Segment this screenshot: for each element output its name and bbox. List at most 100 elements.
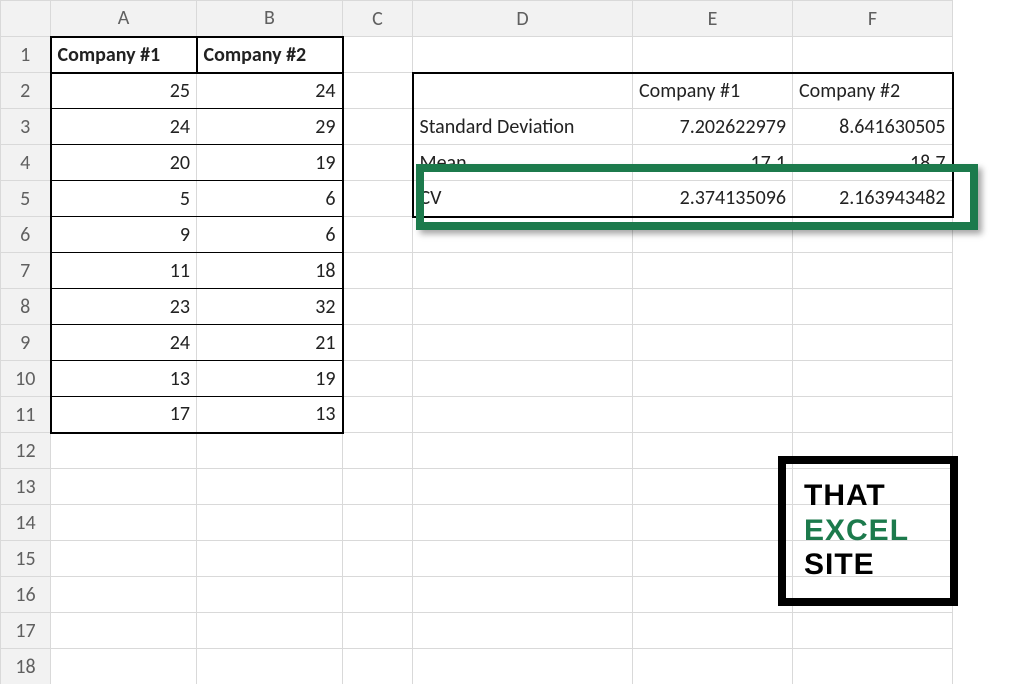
- cell[interactable]: [343, 217, 413, 253]
- cell[interactable]: [633, 397, 793, 433]
- cell[interactable]: [343, 145, 413, 181]
- cell-B2[interactable]: 24: [197, 73, 343, 109]
- cell[interactable]: [633, 433, 793, 469]
- cell[interactable]: [793, 253, 953, 289]
- cell-A1[interactable]: Company #1: [51, 37, 197, 73]
- cell-D5[interactable]: CV: [413, 181, 633, 217]
- cell[interactable]: [197, 649, 343, 684]
- cell[interactable]: [343, 649, 413, 684]
- col-header-E[interactable]: E: [633, 1, 793, 37]
- cell[interactable]: [793, 649, 953, 684]
- cell[interactable]: [51, 613, 197, 649]
- cell[interactable]: [51, 505, 197, 541]
- cell[interactable]: [633, 577, 793, 613]
- cell-D4[interactable]: Mean: [413, 145, 633, 181]
- cell-B4[interactable]: 19: [197, 145, 343, 181]
- cell[interactable]: [343, 325, 413, 361]
- cell-A10[interactable]: 13: [51, 361, 197, 397]
- cell-B11[interactable]: 13: [197, 397, 343, 433]
- cell[interactable]: [793, 289, 953, 325]
- cell[interactable]: [413, 577, 633, 613]
- cell[interactable]: [51, 577, 197, 613]
- row-header[interactable]: 3: [1, 109, 51, 145]
- cell-B9[interactable]: 21: [197, 325, 343, 361]
- cell[interactable]: [343, 181, 413, 217]
- cell[interactable]: [413, 253, 633, 289]
- col-header-D[interactable]: D: [413, 1, 633, 37]
- cell[interactable]: [343, 541, 413, 577]
- cell[interactable]: [793, 397, 953, 433]
- row-header[interactable]: 9: [1, 325, 51, 361]
- cell-E4[interactable]: 17.1: [633, 145, 793, 181]
- cell-F4[interactable]: 18.7: [793, 145, 953, 181]
- row-header[interactable]: 5: [1, 181, 51, 217]
- cell[interactable]: [197, 541, 343, 577]
- cell[interactable]: [51, 541, 197, 577]
- cell-A8[interactable]: 23: [51, 289, 197, 325]
- row-header[interactable]: 15: [1, 541, 51, 577]
- cell-F5[interactable]: 2.163943482: [793, 181, 953, 217]
- cell[interactable]: [413, 37, 633, 73]
- row-header[interactable]: 1: [1, 37, 51, 73]
- cell-F3[interactable]: 8.641630505: [793, 109, 953, 145]
- cell[interactable]: [793, 37, 953, 73]
- cell[interactable]: [413, 289, 633, 325]
- cell[interactable]: [413, 505, 633, 541]
- cell[interactable]: [343, 613, 413, 649]
- cell[interactable]: [633, 37, 793, 73]
- row-header[interactable]: 14: [1, 505, 51, 541]
- cell-B1[interactable]: Company #2: [197, 37, 343, 73]
- cell[interactable]: [343, 289, 413, 325]
- cell[interactable]: [197, 469, 343, 505]
- cell[interactable]: [51, 649, 197, 684]
- row-header[interactable]: 7: [1, 253, 51, 289]
- cell[interactable]: [343, 109, 413, 145]
- cell[interactable]: [197, 433, 343, 469]
- cell[interactable]: [413, 217, 633, 253]
- cell[interactable]: [413, 361, 633, 397]
- cell[interactable]: [343, 361, 413, 397]
- cell[interactable]: [343, 73, 413, 109]
- cell-B10[interactable]: 19: [197, 361, 343, 397]
- cell[interactable]: [51, 469, 197, 505]
- cell-A4[interactable]: 20: [51, 145, 197, 181]
- cell[interactable]: [343, 253, 413, 289]
- col-header-C[interactable]: C: [343, 1, 413, 37]
- cell[interactable]: [343, 397, 413, 433]
- cell-F2[interactable]: Company #2: [793, 73, 953, 109]
- col-header-B[interactable]: B: [197, 1, 343, 37]
- cell-A5[interactable]: 5: [51, 181, 197, 217]
- cell-E5[interactable]: 2.374135096: [633, 181, 793, 217]
- cell[interactable]: [633, 541, 793, 577]
- cell-D3[interactable]: Standard Deviation: [413, 109, 633, 145]
- cell-E3[interactable]: 7.202622979: [633, 109, 793, 145]
- cell[interactable]: [633, 361, 793, 397]
- cell[interactable]: [633, 289, 793, 325]
- row-header[interactable]: 17: [1, 613, 51, 649]
- cell[interactable]: [633, 253, 793, 289]
- cell[interactable]: [343, 505, 413, 541]
- cell[interactable]: [197, 505, 343, 541]
- row-header[interactable]: 2: [1, 73, 51, 109]
- row-header[interactable]: 13: [1, 469, 51, 505]
- col-header-A[interactable]: A: [51, 1, 197, 37]
- cell[interactable]: [793, 361, 953, 397]
- cell[interactable]: [633, 649, 793, 684]
- cell[interactable]: [343, 433, 413, 469]
- cell[interactable]: [633, 325, 793, 361]
- cell[interactable]: [51, 433, 197, 469]
- cell-A2[interactable]: 25: [51, 73, 197, 109]
- cell[interactable]: [343, 37, 413, 73]
- cell[interactable]: [413, 325, 633, 361]
- cell[interactable]: [413, 433, 633, 469]
- cell[interactable]: [197, 577, 343, 613]
- cell[interactable]: [633, 505, 793, 541]
- cell[interactable]: [413, 541, 633, 577]
- cell[interactable]: [793, 325, 953, 361]
- cell[interactable]: [633, 469, 793, 505]
- cell-A6[interactable]: 9: [51, 217, 197, 253]
- cell-B5[interactable]: 6: [197, 181, 343, 217]
- col-header-F[interactable]: F: [793, 1, 953, 37]
- cell[interactable]: [793, 217, 953, 253]
- row-header[interactable]: 18: [1, 649, 51, 684]
